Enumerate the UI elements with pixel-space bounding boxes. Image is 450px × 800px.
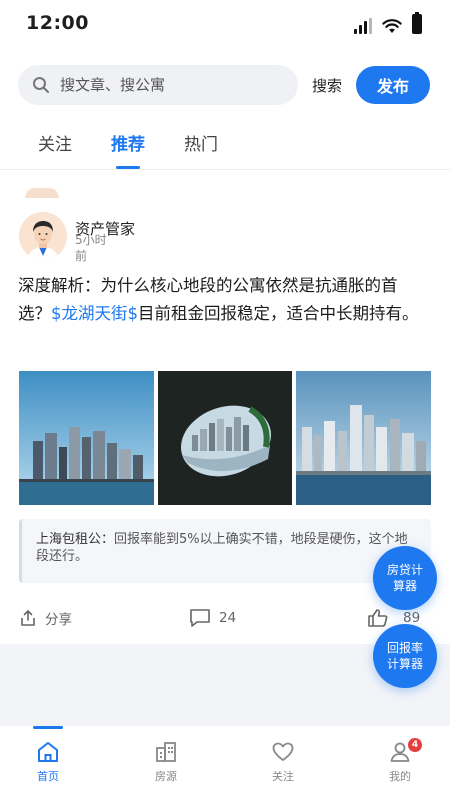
previous-post-avatar: [25, 188, 59, 198]
publish-button[interactable]: 发布: [356, 66, 431, 104]
feed-tabs: 关注 推荐 热门: [0, 118, 450, 170]
search-input[interactable]: [60, 76, 260, 94]
nav-home[interactable]: 首页: [18, 740, 78, 784]
nav-listings[interactable]: 房源: [136, 740, 196, 784]
avatar[interactable]: [19, 212, 67, 260]
status-bar: 12:00: [0, 0, 450, 48]
share-button[interactable]: 分享: [19, 608, 72, 628]
share-label: 分享: [45, 612, 72, 628]
post-image-porthole[interactable]: [157, 371, 293, 505]
yield-calculator-label: 回报率计算器: [386, 641, 423, 671]
tab-recommend[interactable]: 推荐: [111, 130, 145, 155]
tab-follow[interactable]: 关注: [38, 130, 72, 155]
author-avatar-image: [19, 212, 67, 260]
status-icons: [354, 12, 422, 34]
battery-icon: [412, 12, 422, 34]
comment-preview[interactable]: 上海包租公：回报率能到5%以上确实不错，地段是硬伤，这个地段还行。: [19, 519, 431, 583]
signal-icon: [354, 18, 372, 34]
search-bar: 搜索 发布: [18, 65, 432, 105]
share-icon: [21, 610, 35, 626]
tab-hot[interactable]: 热门: [184, 130, 218, 155]
nav-listings-label: 房源: [155, 770, 177, 783]
active-tab-indicator: [116, 166, 140, 169]
mortgage-calculator-button[interactable]: 房贷计算器: [373, 546, 437, 610]
comment-count: 24: [219, 610, 237, 626]
bottom-nav: 首页 房源 关注 我的 4: [0, 726, 450, 800]
post-image-skyline[interactable]: [19, 371, 154, 505]
post-images: [19, 371, 432, 505]
building-icon: [156, 742, 176, 762]
nav-home-label: 首页: [37, 770, 59, 783]
nav-profile[interactable]: 我的 4: [370, 738, 430, 784]
post-body: 深度解析：为什么核心地段的公寓依然是抗通胀的首选？$龙湖天街$目前租金回报稳定，…: [18, 272, 430, 328]
nav-following-label: 关注: [272, 770, 294, 783]
search-box[interactable]: [18, 65, 298, 105]
search-icon: [33, 77, 49, 93]
notification-badge: 4: [408, 738, 422, 752]
thumbs-up-icon: [368, 609, 388, 627]
heart-icon: [272, 742, 294, 761]
mortgage-calculator-label: 房贷计算器: [386, 563, 423, 593]
property-tag-link[interactable]: $龙湖天街$: [51, 304, 138, 323]
comment-icon: [190, 609, 210, 627]
status-time: 12:00: [26, 12, 89, 34]
nav-active-indicator: [33, 726, 63, 729]
yield-calculator-button[interactable]: 回报率计算器: [373, 624, 437, 688]
comment-button[interactable]: 24: [189, 608, 236, 628]
post-actions: 分享 24 89: [0, 602, 450, 634]
post-text-continued: 目前租金回报稳定，适合中长期持有。: [138, 304, 419, 323]
wifi-icon: [382, 19, 402, 33]
nav-profile-label: 我的: [389, 770, 411, 783]
post-time: 5小时前: [75, 233, 107, 263]
home-icon: [38, 742, 58, 762]
search-button[interactable]: 搜索: [312, 75, 342, 96]
comment-author: 上海包租公：: [36, 532, 115, 547]
post-image-waterfront[interactable]: [296, 371, 432, 505]
nav-following[interactable]: 关注: [253, 740, 313, 784]
